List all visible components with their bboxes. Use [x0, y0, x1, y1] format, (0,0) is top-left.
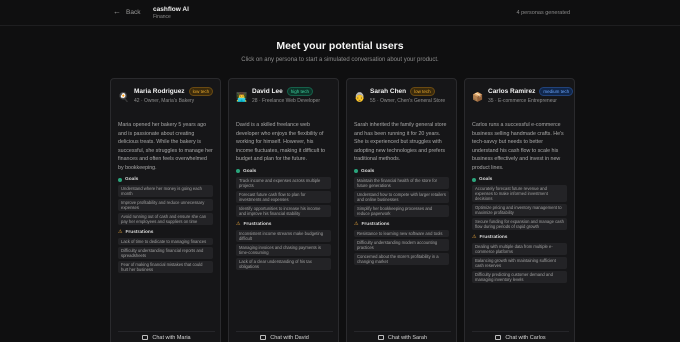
persona-card[interactable]: 📦 Carlos Ramirez medium tech 35 · E-comm…: [464, 78, 575, 342]
back-button[interactable]: ← Back: [113, 8, 140, 16]
goal-item: Avoid running out of cash and ensure she…: [118, 213, 213, 225]
arrow-left-icon: ←: [113, 7, 121, 16]
persona-name: Sarah Chen: [370, 88, 407, 95]
goal-item: Forecast future cash flow to plan for in…: [236, 190, 331, 203]
chat-bubble-icon: [495, 335, 502, 340]
chat-button[interactable]: Chat with Maria: [118, 331, 215, 342]
warning-icon: ⚠: [118, 229, 123, 235]
goal-item: Track income and expenses across multipl…: [236, 176, 331, 189]
persona-description: David is a skilled freelance web develop…: [236, 122, 326, 162]
chat-bubble-icon: [260, 335, 267, 340]
frustrations-heading: ⚠ Frustrations: [118, 229, 154, 236]
persona-avatar: 👵: [354, 92, 366, 102]
persona-meta: 28 · Freelance Web Developer: [252, 98, 320, 104]
goal-dot-icon: [118, 177, 122, 182]
goal-dot-icon: [354, 169, 358, 173]
persona-cards: 🍳 Maria Rodriguez low tech 42 · Owner, M…: [110, 78, 575, 342]
goal-item: Optimize pricing and inventory managemen…: [472, 204, 567, 216]
frustration-item: Dealing with multiple data from multiple…: [472, 243, 567, 255]
persona-card[interactable]: 👵 Sarah Chen low tech 55 · Owner, Chen's…: [346, 78, 457, 342]
frustration-item: Managing invoices and chasing payments i…: [236, 243, 331, 256]
frustrations-heading: ⚠ Frustrations: [472, 234, 508, 241]
goal-item: Accurately forecast future revenue and e…: [472, 185, 567, 202]
frustration-item: Difficulty understanding modern accounti…: [354, 238, 449, 251]
chat-button[interactable]: Chat with Sarah: [354, 331, 451, 342]
top-bar: ← Back cashflow AI Finance 4 personas ge…: [0, 0, 680, 26]
tech-level-badge: low tech: [410, 87, 435, 96]
persona-description: Maria opened her bakery 5 years ago and …: [118, 122, 213, 171]
goal-item: Understand where her money is going each…: [118, 185, 213, 197]
persona-meta: 42 · Owner, Maria's Bakery: [134, 98, 195, 104]
page-title: Meet your potential users: [276, 40, 404, 52]
chat-bubble-icon: [142, 335, 149, 340]
persona-header: 📦 Carlos Ramirez medium tech 35 · E-comm…: [472, 87, 574, 115]
goal-item: Understand how to compete with larger re…: [354, 190, 449, 203]
goals-heading: Goals: [236, 169, 331, 174]
frustrations-heading: ⚠ Frustrations: [236, 220, 272, 227]
frustration-item: Resistance to learning new software and …: [354, 229, 449, 237]
persona-avatar: 🍳: [118, 92, 130, 102]
chat-button[interactable]: Chat with David: [236, 331, 333, 342]
persona-description: Carlos runs a successful e-commerce busi…: [472, 122, 564, 171]
chat-button[interactable]: Chat with Carlos: [472, 331, 569, 342]
persona-avatar: 👨‍💻: [236, 92, 248, 102]
header-divider: [0, 25, 680, 26]
goal-item: Identify opportunities to increase his i…: [236, 204, 331, 217]
persona-name: Carlos Ramirez: [488, 88, 536, 95]
persona-header: 🍳 Maria Rodriguez low tech 42 · Owner, M…: [118, 87, 214, 115]
goal-item: Simplify her bookkeeping processes and r…: [354, 204, 449, 217]
persona-card[interactable]: 👨‍💻 David Lee high tech 28 · Freelance W…: [228, 78, 339, 342]
persona-header: 👨‍💻 David Lee high tech 28 · Freelance W…: [236, 87, 331, 115]
goal-item: Improve profitability and reduce unneces…: [118, 199, 213, 211]
persona-avatar: 📦: [472, 92, 484, 102]
persona-meta: 55 · Owner, Chen's General Store: [370, 98, 446, 104]
frustration-item: Concerned about the store's profitabilit…: [354, 252, 449, 265]
frustration-item: Lack of time to dedicate to managing fin…: [118, 238, 213, 245]
persona-header: 👵 Sarah Chen low tech 55 · Owner, Chen's…: [354, 87, 449, 115]
app-name: cashflow AI: [153, 6, 189, 13]
goals-heading: Goals: [354, 169, 449, 174]
persona-card[interactable]: 🍳 Maria Rodriguez low tech 42 · Owner, M…: [110, 78, 221, 342]
frustration-item: Difficulty predicting customer demand an…: [472, 271, 567, 283]
personas-generated-count: 4 personas generated: [516, 10, 570, 16]
frustration-item: Lack of a clear understanding of his tax…: [236, 257, 331, 270]
frustration-item: Balancing growth with maintaining suffic…: [472, 257, 567, 269]
goals-heading: Goals: [472, 177, 567, 182]
back-label: Back: [126, 8, 141, 16]
warning-icon: ⚠: [472, 234, 477, 240]
persona-meta: 35 · E-commerce Entrepreneur: [488, 98, 557, 104]
tech-level-badge: high tech: [286, 87, 313, 96]
tech-level-badge: low tech: [188, 87, 214, 96]
page-subtitle: Click on any persona to start a simulate…: [241, 57, 439, 63]
frustrations-heading: ⚠ Frustrations: [354, 220, 390, 227]
goal-item: Maintain the financial health of the sto…: [354, 176, 449, 189]
goal-dot-icon: [472, 177, 476, 182]
warning-icon: ⚠: [236, 220, 241, 227]
warning-icon: ⚠: [354, 220, 359, 227]
app-category: Finance: [153, 14, 171, 20]
frustration-item: Fear of making financial mistakes that c…: [118, 261, 213, 273]
frustration-item: Inconsistent income streams make budgeti…: [236, 229, 331, 242]
chat-bubble-icon: [377, 335, 384, 340]
tech-level-badge: medium tech: [539, 87, 574, 96]
app-brand: cashflow AI Finance: [153, 6, 189, 20]
goal-item: Secure funding for expansion and manage …: [472, 218, 567, 230]
persona-name: Maria Rodriguez: [134, 88, 185, 95]
goals-heading: Goals: [118, 177, 213, 182]
persona-description: Sarah inherited the family general store…: [354, 122, 447, 162]
frustration-item: Difficulty understanding financial repor…: [118, 247, 213, 259]
goal-dot-icon: [236, 169, 240, 173]
persona-name: David Lee: [252, 88, 283, 95]
